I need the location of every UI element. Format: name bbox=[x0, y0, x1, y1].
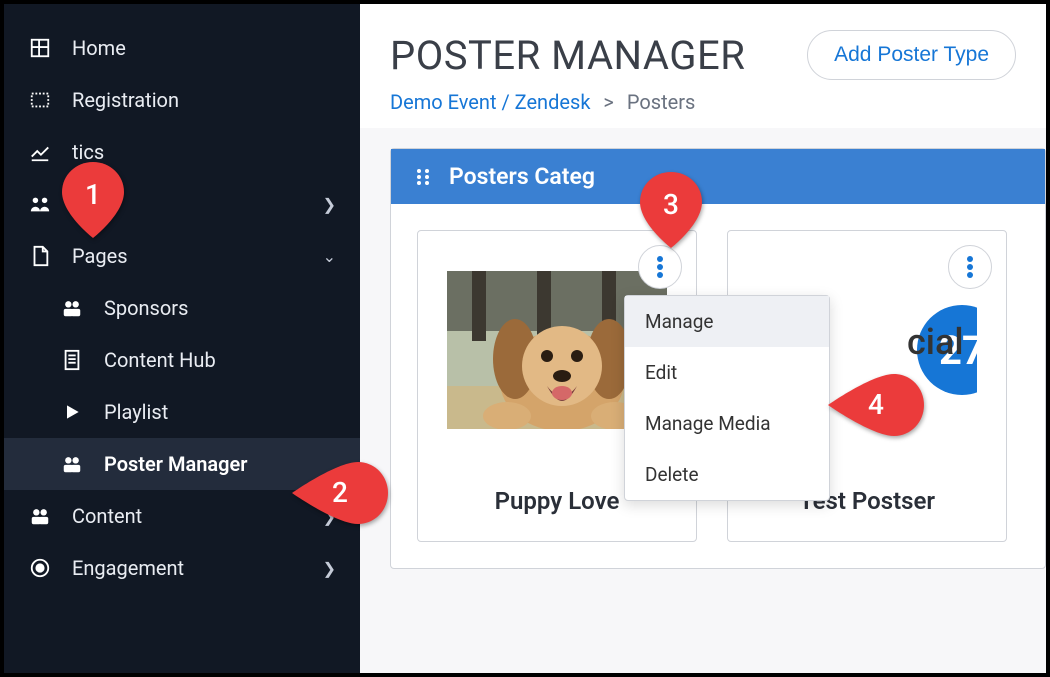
sidebar-item-label: Registration bbox=[72, 88, 179, 112]
main-area: POSTER MANAGER Add Poster Type Demo Even… bbox=[360, 4, 1046, 673]
card-title: Puppy Love bbox=[495, 487, 620, 515]
sidebar-item-label: Playlist bbox=[104, 400, 168, 424]
people-icon bbox=[28, 507, 52, 525]
people-icon bbox=[60, 455, 84, 473]
app-frame: Home Registration tics n ❯ Pages bbox=[0, 0, 1050, 677]
sidebar-item-unknown[interactable]: n ❯ bbox=[4, 178, 360, 230]
logo-text-fragment: cial bbox=[907, 321, 964, 363]
panel-title: Posters Categ bbox=[449, 163, 595, 190]
chevron-right-icon: ❯ bbox=[323, 507, 336, 526]
sidebar-item-analytics[interactable]: tics bbox=[4, 126, 360, 178]
sidebar-item-pages[interactable]: Pages ⌄ bbox=[4, 230, 360, 282]
breadcrumb-sep: > bbox=[603, 90, 613, 114]
people-icon bbox=[28, 195, 52, 213]
sidebar: Home Registration tics n ❯ Pages bbox=[4, 4, 360, 673]
pages-submenu: Sponsors Content Hub Playlist Poster Man… bbox=[4, 282, 360, 490]
menu-item-delete[interactable]: Delete bbox=[625, 449, 829, 500]
grip-icon bbox=[411, 167, 435, 187]
card-context-menu: Manage Edit Manage Media Delete bbox=[624, 295, 830, 501]
chevron-right-icon: ❯ bbox=[323, 195, 336, 214]
sidebar-item-label: Content Hub bbox=[104, 348, 216, 372]
chevron-right-icon: ❯ bbox=[323, 559, 336, 578]
poster-card: Puppy Love Manage Edit Manage Media Dele… bbox=[417, 230, 697, 542]
doc-lines-icon bbox=[60, 349, 84, 371]
card-menu-button[interactable] bbox=[638, 245, 682, 289]
ticket-icon bbox=[28, 89, 52, 111]
sidebar-item-label: Engagement bbox=[72, 556, 184, 580]
menu-item-manage-media[interactable]: Manage Media bbox=[625, 398, 829, 449]
panel-header: Posters Categ bbox=[391, 149, 1045, 204]
content-wrap: Posters Categ bbox=[360, 128, 1046, 673]
add-poster-type-button[interactable]: Add Poster Type bbox=[807, 30, 1016, 80]
sidebar-item-label: Content bbox=[72, 504, 142, 528]
breadcrumb-current: Posters bbox=[627, 90, 695, 114]
menu-item-manage[interactable]: Manage bbox=[625, 296, 829, 347]
page-title: POSTER MANAGER bbox=[390, 32, 745, 79]
breadcrumb-event-link[interactable]: Demo Event / Zendesk bbox=[390, 90, 590, 114]
posters-panel: Posters Categ bbox=[390, 148, 1046, 569]
page-icon bbox=[28, 245, 52, 267]
sidebar-item-label: tics bbox=[72, 140, 104, 164]
sidebar-item-label: Home bbox=[72, 36, 126, 60]
sidebar-item-poster-manager[interactable]: Poster Manager bbox=[4, 438, 360, 490]
target-icon bbox=[28, 557, 52, 579]
sidebar-item-content-hub[interactable]: Content Hub bbox=[4, 334, 360, 386]
menu-item-edit[interactable]: Edit bbox=[625, 347, 829, 398]
sidebar-item-engagement[interactable]: Engagement ❯ bbox=[4, 542, 360, 594]
sidebar-item-playlist[interactable]: Playlist bbox=[4, 386, 360, 438]
breadcrumb: Demo Event / Zendesk > Posters bbox=[390, 90, 1016, 114]
play-icon bbox=[60, 402, 84, 422]
sidebar-item-sponsors[interactable]: Sponsors bbox=[4, 282, 360, 334]
chart-icon bbox=[28, 141, 52, 163]
sidebar-item-registration[interactable]: Registration bbox=[4, 74, 360, 126]
chevron-down-icon: ⌄ bbox=[323, 247, 336, 266]
people-icon bbox=[60, 299, 84, 317]
sidebar-item-home[interactable]: Home bbox=[4, 22, 360, 74]
grid-icon bbox=[28, 37, 52, 59]
card-menu-button[interactable] bbox=[948, 245, 992, 289]
sidebar-item-label: n bbox=[72, 192, 83, 216]
sidebar-item-label: Poster Manager bbox=[104, 452, 247, 476]
sidebar-item-content[interactable]: Content ❯ bbox=[4, 490, 360, 542]
sidebar-item-label: Sponsors bbox=[104, 296, 188, 320]
title-row: POSTER MANAGER Add Poster Type bbox=[390, 30, 1016, 80]
cards-row: Puppy Love Manage Edit Manage Media Dele… bbox=[391, 204, 1045, 568]
main-header: POSTER MANAGER Add Poster Type Demo Even… bbox=[360, 4, 1046, 128]
sidebar-item-label: Pages bbox=[72, 244, 128, 268]
